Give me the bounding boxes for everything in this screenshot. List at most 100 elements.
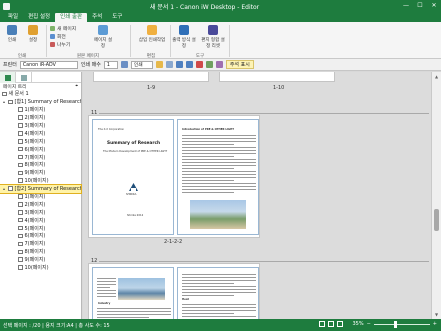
tree-page-item[interactable]: 3(페이지): [0, 122, 81, 130]
undo-icon[interactable]: [175, 61, 183, 68]
page-checkbox[interactable]: [18, 202, 23, 207]
tree-page-item[interactable]: 10(페이지): [0, 177, 81, 185]
settings-button[interactable]: 설정: [23, 25, 43, 43]
redo-icon[interactable]: [185, 61, 193, 68]
tree-page-item[interactable]: 8(페이지): [0, 248, 81, 256]
scroll-down-icon[interactable]: ▼: [434, 312, 439, 317]
page-checkbox[interactable]: [8, 99, 13, 105]
tree-page-item[interactable]: 6(페이지): [0, 232, 81, 240]
minimize-button[interactable]: —: [399, 0, 413, 12]
tree-page-item[interactable]: 7(페이지): [0, 240, 81, 248]
scroll-thumb[interactable]: [434, 209, 439, 231]
zoom-slider[interactable]: [373, 320, 430, 328]
page-card[interactable]: [93, 72, 209, 82]
page-checkbox[interactable]: [18, 154, 23, 160]
tree-page-item[interactable]: 5(페이지): [0, 224, 81, 232]
tree-page-item[interactable]: 3(페이지): [0, 208, 81, 216]
tab-print-publish[interactable]: 인쇄 출판: [55, 13, 88, 22]
page-checkbox[interactable]: [18, 233, 23, 239]
tree-item-label: 3(페이지): [24, 209, 46, 216]
page-checkbox[interactable]: [18, 217, 23, 223]
page-card[interactable]: [219, 72, 335, 82]
copies-input[interactable]: 1: [103, 60, 118, 69]
tab-page-tree[interactable]: [0, 72, 16, 83]
page-checkbox[interactable]: [18, 178, 23, 183]
view-mode-icon[interactable]: [337, 321, 344, 327]
tab-thumbnail[interactable]: [16, 72, 32, 83]
page-checkbox[interactable]: [2, 91, 7, 97]
page-thumbnail[interactable]: Introduction of PRE & OTHER LIGHT: [177, 119, 259, 235]
page-checkbox[interactable]: [18, 249, 23, 254]
page-checkbox[interactable]: [18, 170, 23, 176]
zoom-slider-knob[interactable]: [393, 320, 397, 328]
page-checkbox[interactable]: [18, 115, 23, 120]
tree-page-item[interactable]: 2(페이지): [0, 114, 81, 122]
pin-icon[interactable]: ⌖: [75, 83, 78, 90]
folder-icon[interactable]: [155, 61, 163, 68]
page-checkbox[interactable]: [18, 265, 23, 270]
page-checkbox[interactable]: [18, 146, 23, 152]
tree-page-item[interactable]: 9(페이지): [0, 169, 81, 177]
tree-root[interactable]: 새 문서 1: [0, 90, 81, 98]
page-checkbox[interactable]: [18, 257, 23, 262]
scroll-up-icon[interactable]: ▲: [434, 74, 439, 79]
tree-group[interactable]: ▴ [합1] Summary of Research: [0, 98, 81, 106]
insert-print-job-button[interactable]: 삽입 인쇄작업: [136, 25, 168, 43]
tree-page-item[interactable]: 8(페이지): [0, 161, 81, 169]
page-thumbnail[interactable]: Heat: [177, 267, 259, 319]
print-button[interactable]: 인쇄: [3, 25, 21, 43]
tab-tools[interactable]: 도구: [107, 13, 127, 22]
page-pair-card[interactable]: The X.X Corporation Summary of Research …: [88, 115, 260, 238]
tree-page-item[interactable]: 4(페이지): [0, 216, 81, 224]
window-title: 새 문서 1 - Canon iW Desktop - Editor: [149, 3, 260, 11]
rotate-button[interactable]: 회전: [50, 33, 66, 40]
page-checkbox[interactable]: [18, 107, 23, 112]
page-pair-card[interactable]: Industry Heat: [88, 263, 260, 319]
zoom-out-icon[interactable]: −: [367, 321, 371, 327]
tree-group[interactable]: ▴ [합2] Summary of Research: [0, 183, 82, 194]
copy-icon[interactable]: [205, 61, 213, 68]
page-setup-button[interactable]: 페이지 설정: [92, 25, 114, 49]
page-checkbox[interactable]: [18, 210, 23, 215]
output-method-button[interactable]: 출력 방식 설정: [172, 25, 196, 49]
tree-page-item[interactable]: 2(페이지): [0, 200, 81, 208]
page-icon[interactable]: [165, 61, 173, 68]
tree-page-item[interactable]: 1(페이지): [0, 193, 81, 201]
new-page-icon: [50, 26, 55, 31]
tab-file[interactable]: 파일: [3, 13, 23, 22]
delete-icon[interactable]: [195, 61, 203, 68]
tree-page-item[interactable]: 10(페이지): [0, 264, 81, 272]
tab-edit-settings[interactable]: 편집 설정: [23, 13, 55, 22]
page-checkbox[interactable]: [18, 131, 23, 136]
zoom-in-icon[interactable]: +: [433, 321, 437, 327]
tree-page-item[interactable]: 6(페이지): [0, 145, 81, 153]
page-thumbnail[interactable]: The X.X Corporation Summary of Research …: [92, 119, 174, 235]
tree-page-item[interactable]: 1(페이지): [0, 106, 81, 114]
vertical-scrollbar[interactable]: ▲ ▼: [431, 72, 441, 319]
show-annotation-button[interactable]: 주석 표시: [225, 60, 254, 69]
page-checkbox[interactable]: [18, 194, 23, 199]
page-thumbnail[interactable]: Industry: [92, 267, 174, 319]
tab-annotation[interactable]: 주석: [87, 13, 107, 22]
page-checkbox[interactable]: [8, 186, 13, 191]
print-mode-select[interactable]: 인쇄: [130, 60, 153, 69]
tree-page-item[interactable]: 5(페이지): [0, 137, 81, 145]
page-heading: Heat: [182, 298, 189, 301]
view-mode-icon[interactable]: [319, 321, 326, 327]
close-button[interactable]: ✕: [427, 0, 441, 12]
new-page-small-button[interactable]: 새 페이지: [50, 25, 76, 32]
page-checkbox[interactable]: [18, 241, 23, 247]
page-checkbox[interactable]: [18, 225, 23, 231]
reset-settings-button[interactable]: 편지 형합 설정 리셋: [200, 25, 226, 49]
view-mode-icon[interactable]: [328, 321, 335, 327]
page-checkbox[interactable]: [18, 123, 23, 128]
page-checkbox[interactable]: [18, 139, 23, 144]
page-checkbox[interactable]: [18, 162, 23, 168]
printer-select[interactable]: Canon iR-ADV: [19, 60, 78, 69]
tree-page-item[interactable]: 4(페이지): [0, 129, 81, 137]
tree-page-item[interactable]: 9(페이지): [0, 256, 81, 264]
paste-icon[interactable]: [215, 61, 223, 68]
maximize-button[interactable]: ☐: [413, 0, 427, 12]
split-button[interactable]: 나누기: [50, 41, 70, 48]
tree-page-item[interactable]: 7(페이지): [0, 153, 81, 161]
